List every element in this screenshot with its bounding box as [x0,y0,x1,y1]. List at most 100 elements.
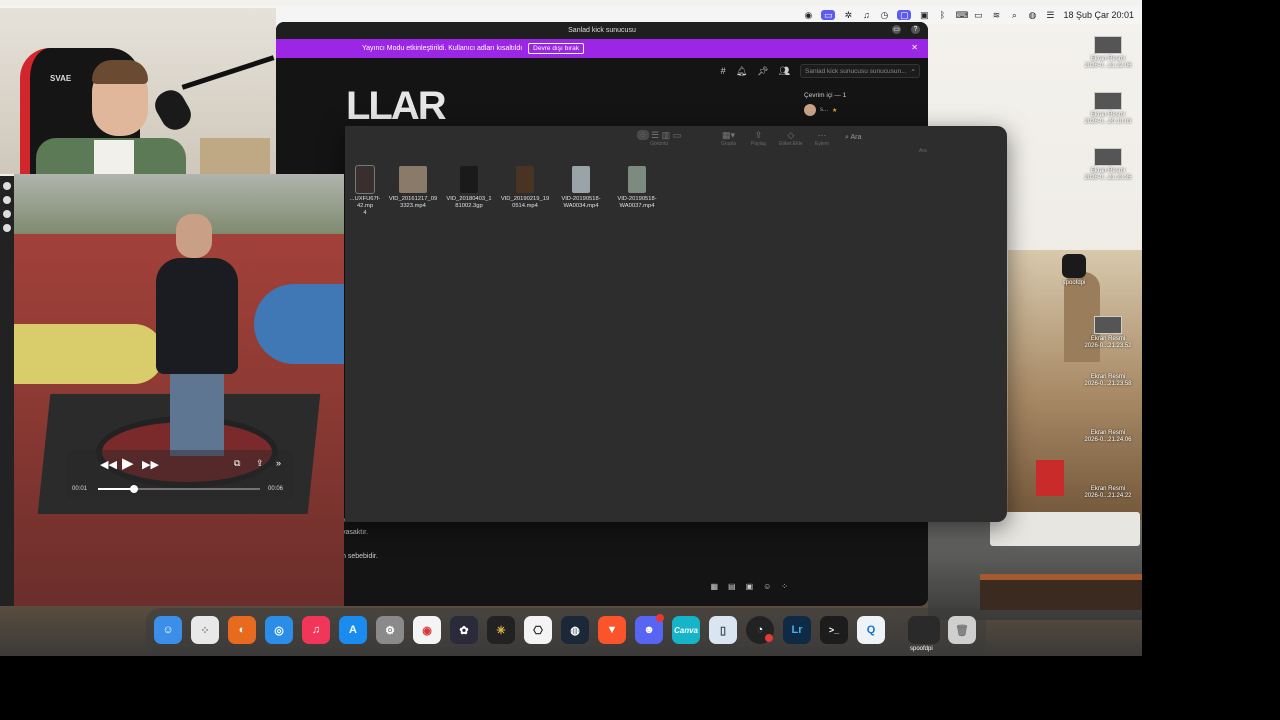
scrubber-knob[interactable] [129,485,138,493]
display-icon[interactable]: ▭ [973,10,983,20]
steam-app-icon[interactable]: ◍ [561,616,589,644]
app-store-app-icon[interactable]: A [339,616,367,644]
streamer-hair [92,60,148,84]
desktop-file[interactable]: Ekran Resmi 2026-0...21.23.35 [1076,148,1140,182]
column-view-icon[interactable]: ▥ [662,130,671,140]
inbox-icon[interactable]: ▭ [892,25,901,34]
disable-streamer-mode-button[interactable]: Devre dışı bırak [528,43,585,54]
playback-progress [98,488,134,490]
list-view-icon[interactable]: ☰ [651,130,659,140]
canva-app-icon[interactable]: Canva [672,616,700,644]
file-item[interactable]: ...UXFU67f-42.mp 4 [345,165,385,217]
desktop-file[interactable]: Ekran Resmi 2026-0...21.24.22 [1076,486,1140,500]
davinci-resolve-app-icon[interactable]: ✿ [450,616,478,644]
keyboard-icon[interactable]: ⌨ [955,10,968,20]
finder-search-input[interactable]: ⌕ Ara [845,134,861,142]
search-icon: ⌕ [845,134,849,141]
desktop-app-spoofdpi[interactable]: spoofdpi [1042,254,1106,287]
preview-app-icon[interactable]: ▯ [709,616,737,644]
firefox-app-icon[interactable]: ◐ [228,616,256,644]
terminal-app-icon[interactable]: >_ [820,616,848,644]
launchpad-app-icon[interactable]: ⁘ [191,616,219,644]
sidebar-item[interactable] [3,196,11,204]
menu-bar-clock[interactable]: 18 Şub Çar 20:01 [1063,10,1134,20]
chrome-app-icon[interactable]: ◉ [413,616,441,644]
desktop-file[interactable]: Ekran Resmi 2026-0...21.22.06 [1076,36,1140,70]
gear-icon[interactable]: ✲ [843,10,853,20]
more-icon[interactable]: » [276,458,281,468]
picture-in-picture-icon[interactable]: ⧉ [234,458,240,469]
headphones-icon[interactable]: ♫ [861,10,871,20]
perplexity-app-icon[interactable]: ✳ [487,616,515,644]
file-item[interactable]: VID_20180403_1 81002.3gp [441,166,497,217]
ellipsis-icon: ⋯ [817,130,827,140]
bell-icon[interactable]: 🔔︎ [736,66,747,77]
threads-icon[interactable]: # [721,66,726,76]
chatgpt-app-icon[interactable]: ⎔ [524,616,552,644]
share-button[interactable]: ⇪ Paylaş [751,130,766,147]
music-app-icon[interactable]: ♫ [302,616,330,644]
share-icon[interactable]: ⇪ [256,458,264,469]
sticker-icon[interactable]: ▣ [746,582,754,591]
file-item[interactable]: VID-20190518- WA0037.mp4 [609,166,665,217]
rewind-icon[interactable]: ◀◀ [100,458,117,471]
quicktime-app-icon[interactable]: Q [857,616,885,644]
pin-icon[interactable]: 📌︎ [757,66,768,77]
icon-view-icon[interactable]: ⁘ [637,130,649,140]
person-legs [170,370,224,456]
server-search-input[interactable]: Sanlad kick sunucusu sunucusun... ⌕ [800,64,920,78]
playback-scrubber[interactable] [98,485,260,493]
terminal-app-icon [1062,254,1086,278]
explore-icon[interactable] [3,224,11,232]
trash-icon[interactable]: 🗑︎ [948,616,976,644]
display-mirror-icon[interactable]: ▢ [897,10,912,20]
bluetooth-icon[interactable]: ᛒ [937,10,947,20]
action-button[interactable]: ⋯ Eylem [815,130,829,147]
brave-app-icon[interactable]: ▼ [598,616,626,644]
members-icon[interactable]: 👥︎ [779,66,790,77]
file-item[interactable]: VID_20161217_09 3323.mp4 [385,166,441,217]
chair-logo: SVAE [50,74,72,83]
gift-icon[interactable]: ▦ [710,582,718,591]
person-body [156,258,238,374]
control-center-toggle-icon[interactable]: ▭ [821,10,836,20]
spoofdpi-app-icon[interactable] [908,616,940,644]
sidebar-item[interactable] [3,182,11,190]
lightroom-app-icon[interactable]: Lr [783,616,811,644]
microphone [150,85,196,135]
desktop-file[interactable]: Ekran Resmi 2026-0...21.23.52 [1076,316,1140,350]
screen-record-icon[interactable]: ◉ [803,10,813,20]
file-item[interactable]: VID-20190518- WA0034.mp4 [553,166,609,217]
desktop: ◉ ▭ ✲ ♫ ◷ ▢ ▣ ᛒ ⌨ ▭ ≋ ⌕ ◍ ☰ 18 Şub Çar 2… [0,0,1142,656]
view-switcher[interactable]: ⁘ ☰ ▥ ▭ Görüntü [637,130,681,147]
file-item[interactable]: VID_20190219_19 0514.mp4 [497,166,553,217]
add-icon[interactable] [3,210,11,218]
apps-icon[interactable]: ⁘ [781,582,788,591]
control-center-icon[interactable]: ☰ [1045,10,1055,20]
tag-button[interactable]: ◇ Etiket Ekle [779,130,803,147]
member-list-item[interactable]: s... ★ [804,104,837,116]
window-icon[interactable]: ▣ [919,10,929,20]
wifi-icon[interactable]: ≋ [991,10,1001,20]
desktop-file[interactable]: Ekran Resmi 2026-0...21.23.58 [1076,374,1140,388]
fast-forward-icon[interactable]: ▶▶ [142,458,159,471]
play-icon[interactable]: ▶ [122,454,134,472]
gallery-view-icon[interactable]: ▭ [673,130,682,140]
system-settings-app-icon[interactable]: ⚙ [376,616,404,644]
desktop-file[interactable]: Ekran Resmi 2026-0...20.10.03 [1076,92,1140,126]
close-icon[interactable]: ✕ [911,43,918,52]
desktop-file[interactable]: Ekran Resmi 2026-0...21.24.06 [1076,430,1140,444]
safari-app-icon[interactable]: ◎ [265,616,293,644]
playback-controls: ◀◀ ▶ ▶▶ ⧉ ⇪ » 00:01 00:06 [66,450,294,500]
search-icon[interactable]: ⌕ [1009,10,1019,20]
gif-icon[interactable]: ▤ [728,582,736,591]
timer-icon[interactable]: ◷ [879,10,889,20]
siri-icon[interactable]: ◍ [1027,10,1037,20]
help-icon[interactable]: ? [911,25,920,34]
video-thumbnail [460,166,478,193]
group-button[interactable]: ▦▾ Grupla [721,130,736,147]
notification-badge [656,614,664,622]
emoji-icon[interactable]: ☺ [763,582,771,591]
finder-app-icon[interactable]: ☺ [154,616,182,644]
window-titlebar[interactable]: Sanlad kick sunucusu ▭ ? [276,22,928,39]
